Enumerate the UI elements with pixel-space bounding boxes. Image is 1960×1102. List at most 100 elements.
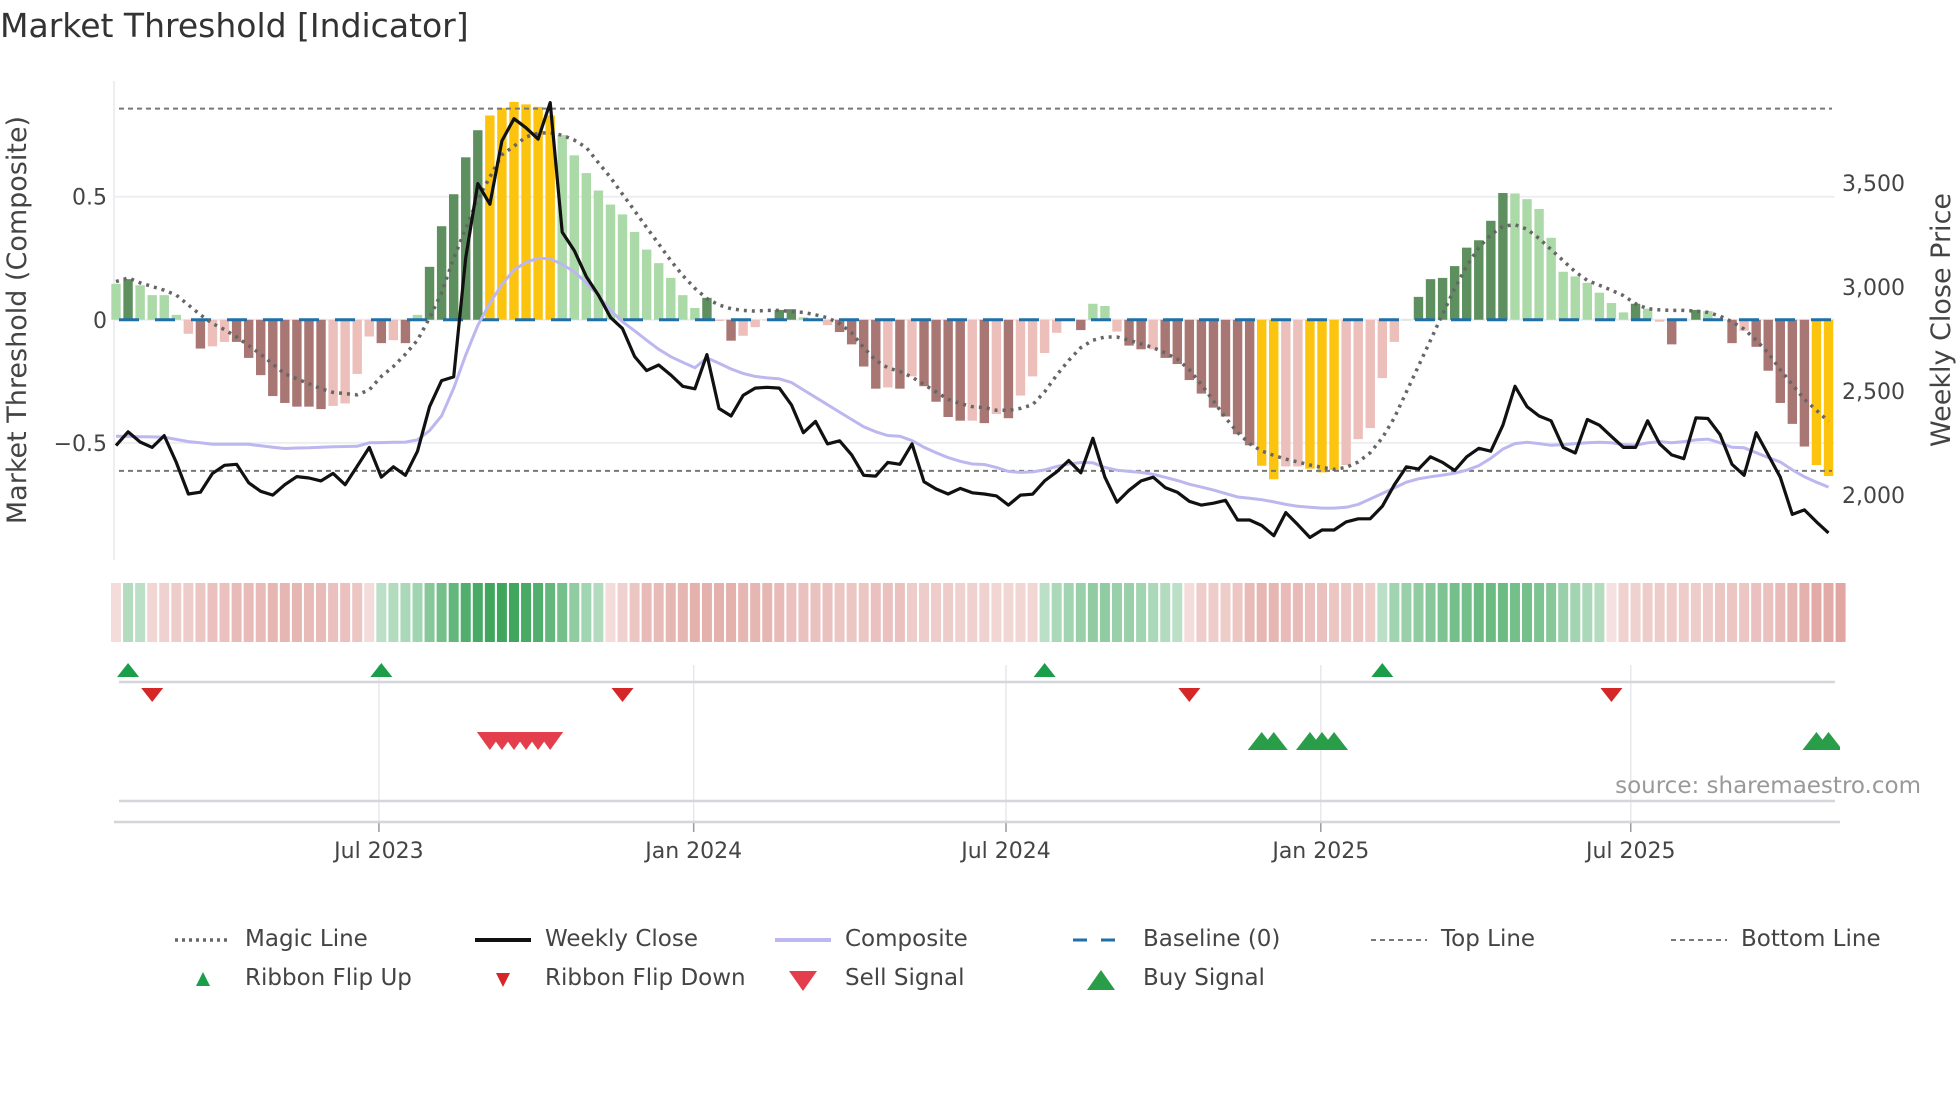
composite-bar xyxy=(364,319,374,337)
composite-bar xyxy=(1582,282,1593,320)
composite-bar xyxy=(1003,319,1014,419)
ribbon-cell xyxy=(111,583,121,642)
composite-bar xyxy=(907,319,917,377)
ribbon-cell xyxy=(195,583,206,642)
composite-bar xyxy=(1232,319,1243,435)
ribbon-cell xyxy=(1063,583,1074,642)
composite-bar xyxy=(859,319,869,367)
ribbon-cell xyxy=(894,583,905,642)
composite-bar xyxy=(509,101,519,320)
composite-bar xyxy=(280,319,290,403)
composite-bar xyxy=(1462,247,1472,320)
ribbon-cell xyxy=(1280,583,1291,642)
x-tick-label: Jul 2024 xyxy=(959,839,1051,864)
ribbon-cell xyxy=(207,583,218,642)
composite-bar xyxy=(1281,319,1291,467)
ribbon-cell xyxy=(1341,583,1352,642)
composite-bar xyxy=(1594,292,1605,320)
ribbon-cell xyxy=(858,583,869,642)
composite-bar xyxy=(1618,312,1629,320)
legend-label: Ribbon Flip Down xyxy=(545,965,746,991)
left-axis-label: Market Threshold (Composite) xyxy=(2,116,33,524)
ribbon-cell xyxy=(1461,583,1472,642)
left-tick-label: 0 xyxy=(93,309,107,334)
composite-bar xyxy=(1606,303,1617,320)
right-tick-label: 3,500 xyxy=(1842,172,1905,197)
legend-close-icon xyxy=(475,938,531,942)
ribbon-cell xyxy=(1751,583,1762,642)
composite-bar xyxy=(569,155,579,320)
ribbon-cell xyxy=(508,583,519,642)
composite-bar xyxy=(654,263,664,320)
legend-label: Bottom Line xyxy=(1741,926,1881,952)
composite-bar xyxy=(1630,303,1641,320)
ribbon-cell xyxy=(1353,583,1364,642)
ribbon-cell xyxy=(400,583,411,642)
ribbon-cell xyxy=(665,583,676,642)
ribbon-cell xyxy=(328,583,339,642)
composite-bar xyxy=(219,319,230,342)
composite-bar xyxy=(1112,319,1122,332)
ribbon-cell xyxy=(1558,583,1569,642)
ribbon-cell xyxy=(1799,583,1810,642)
composite-bar xyxy=(243,319,254,358)
x-tick-label: Jan 2025 xyxy=(1270,839,1369,864)
legend-flip-down-icon xyxy=(496,973,510,987)
ribbon-cell xyxy=(1003,583,1014,642)
ribbon-flip-up-marker xyxy=(370,663,393,677)
ribbon-cell xyxy=(545,583,556,642)
ribbon-cell xyxy=(1184,583,1195,642)
composite-bar xyxy=(304,319,314,407)
ribbon-cell xyxy=(1413,583,1424,642)
ribbon-cell xyxy=(605,583,616,642)
composite-bar xyxy=(1051,319,1062,333)
ribbon-cell xyxy=(1196,583,1207,642)
ribbon-cell xyxy=(762,583,773,642)
legend-label: Sell Signal xyxy=(845,965,965,991)
composite-bar xyxy=(1413,296,1424,320)
ribbon-cell xyxy=(376,583,387,642)
composite-bar xyxy=(135,285,145,320)
composite-bar xyxy=(1534,208,1544,320)
composite-bar xyxy=(1401,319,1412,321)
composite-bar xyxy=(1015,319,1026,396)
ribbon-cell xyxy=(701,583,712,642)
ribbon-cell xyxy=(424,583,435,642)
composite-bar xyxy=(111,283,121,320)
ribbon-cell xyxy=(1027,583,1038,642)
ribbon-cell xyxy=(1727,583,1738,642)
source-credit: source: sharemaestro.com xyxy=(1615,773,1921,799)
composite-bar xyxy=(678,295,688,320)
ribbon-cell xyxy=(521,583,532,642)
signals-panel: Jul 2023 Jan 2024 Jul 2024 Jan 2025 Jul 2025 xyxy=(114,663,1840,864)
ribbon-cell xyxy=(714,583,724,642)
ribbon-cell xyxy=(1304,583,1315,642)
ribbon-cell xyxy=(677,583,688,642)
composite-bar xyxy=(1293,319,1303,467)
ribbon-cell xyxy=(1220,583,1231,642)
composite-bar xyxy=(1787,319,1798,424)
right-tick-label: 2,000 xyxy=(1842,484,1905,509)
ribbon-cell xyxy=(1606,583,1617,642)
ribbon-cell xyxy=(1654,583,1665,642)
ribbon-cell xyxy=(1256,583,1267,642)
ribbon-cell xyxy=(726,583,737,642)
legend-magic-icon xyxy=(175,938,231,942)
ribbon-cell xyxy=(1401,583,1412,642)
ribbon-cell xyxy=(1630,583,1641,642)
legend-composite-icon xyxy=(775,938,831,942)
composite-bar xyxy=(400,319,411,344)
ribbon-cell xyxy=(1087,583,1098,642)
ribbon-cell xyxy=(1570,583,1581,642)
ribbon-cell xyxy=(1244,583,1255,642)
composite-bar xyxy=(629,231,640,320)
ribbon-cell xyxy=(364,583,375,642)
ribbon-cell xyxy=(448,583,459,642)
ribbon-cell xyxy=(1702,583,1713,642)
ribbon-cell xyxy=(1160,583,1171,642)
composite-bar xyxy=(1076,319,1086,331)
ribbon-cell xyxy=(1594,583,1605,642)
ribbon-cell xyxy=(171,583,182,642)
right-axis-label: Weekly Close Price xyxy=(1926,193,1957,447)
ribbon-cell xyxy=(1485,583,1496,642)
